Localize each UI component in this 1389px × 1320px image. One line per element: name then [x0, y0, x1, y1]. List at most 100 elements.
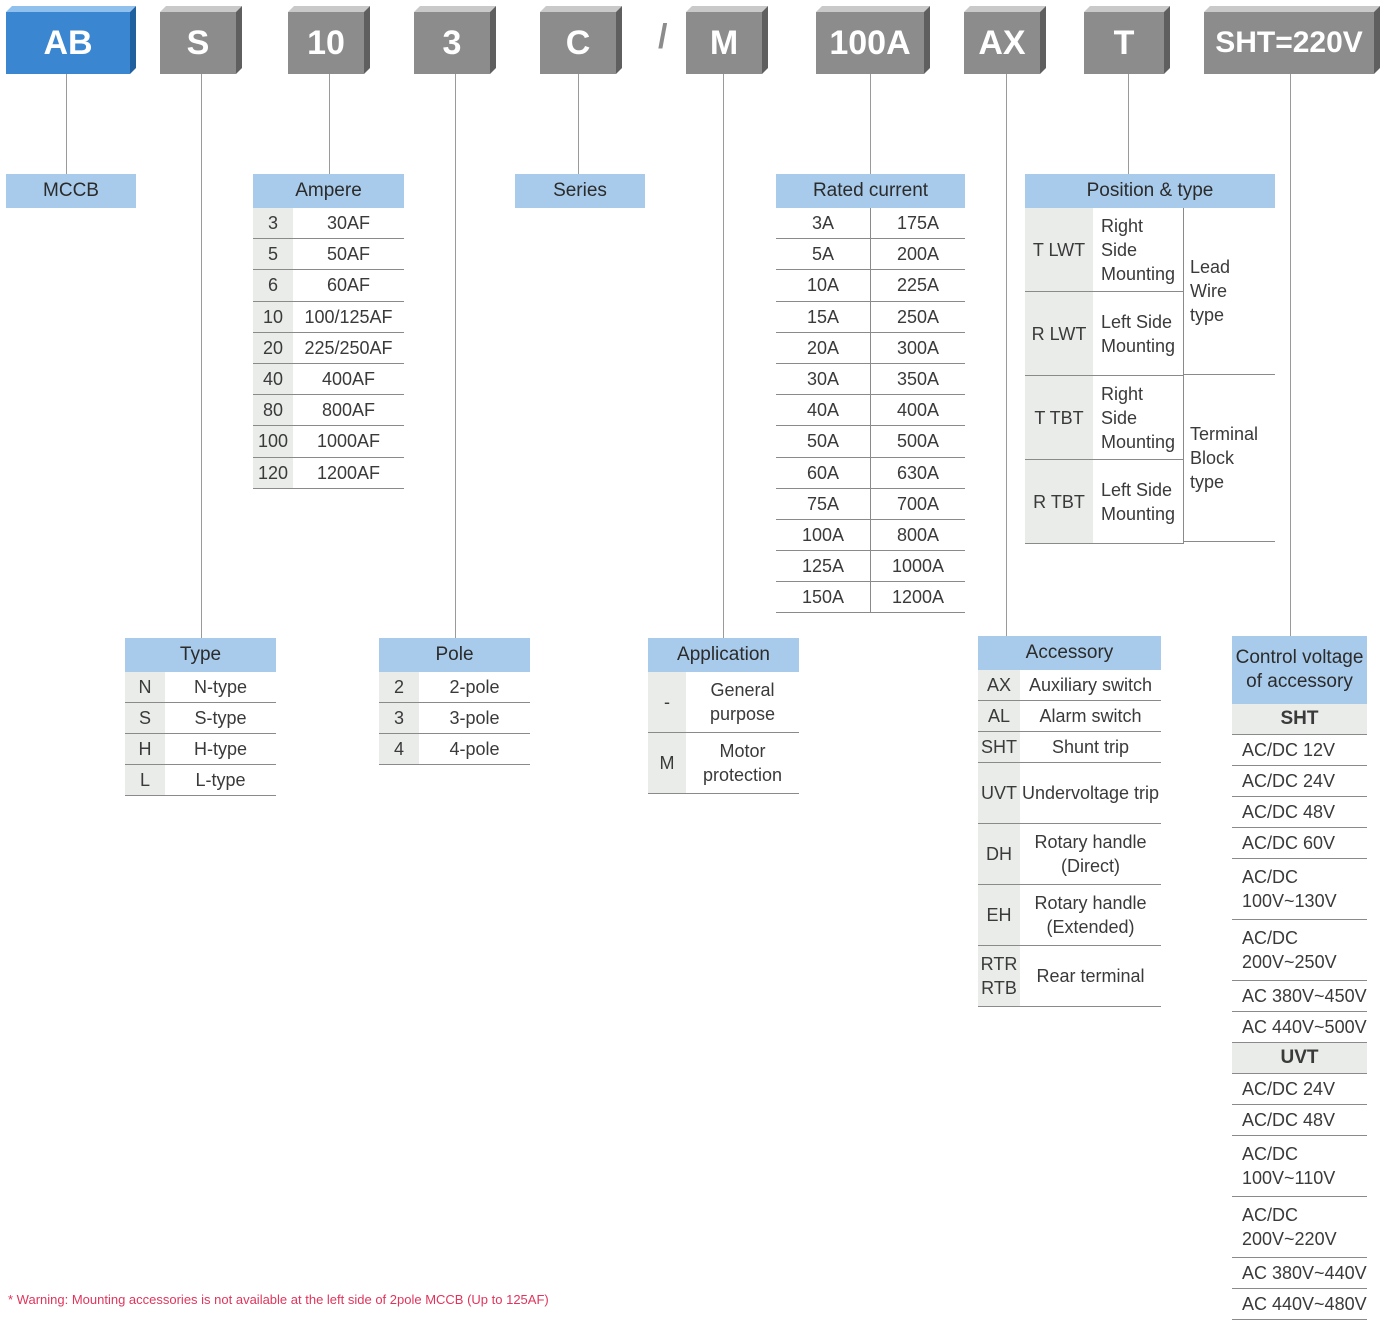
slash-separator: / — [658, 18, 668, 56]
uvt-subheader: UVT — [1232, 1043, 1367, 1074]
type-row: L L-type — [125, 765, 276, 796]
rated-current-value: 60A — [776, 457, 871, 488]
ampere-table: Ampere 3 30AF 5 50AF 6 60AF 10 100/125AF 20 225/2… — [253, 174, 404, 489]
type-code: L — [125, 765, 165, 795]
group-terminal-block-label: Terminal Block type — [1190, 424, 1259, 492]
connector-control — [1290, 74, 1291, 636]
accessory-value: Rotary handle (Direct) — [1034, 832, 1147, 876]
position-row: T TBT Right Side Mounting — [1025, 376, 1183, 460]
pole-table: Pole 2 2-pole 3 3-pole 4 4-pole — [379, 638, 530, 765]
accessory-row: EH Rotary handle (Extended) — [978, 885, 1161, 946]
mccb-title: MCCB — [6, 174, 136, 208]
type-value: S-type — [194, 708, 247, 728]
position-code: T LWT — [1025, 208, 1093, 291]
ampere-value: 50AF — [326, 244, 371, 265]
mccb-box: MCCB — [6, 174, 136, 208]
code-box-control: SHT=220V — [1204, 6, 1380, 74]
position-row: R LWT Left Side Mounting — [1025, 292, 1183, 376]
rated-current-value: 125A — [776, 551, 871, 582]
rated-current-value: 700A — [896, 493, 940, 514]
series-title: Series — [515, 174, 645, 208]
code-box-series: C — [540, 6, 622, 74]
connector-pole — [455, 74, 456, 638]
accessory-code: AL — [978, 701, 1020, 731]
ampere-row: 120 1200AF — [253, 457, 404, 489]
position-mounting: Right Side Mounting — [1101, 215, 1176, 284]
control-voltage-title: Control voltage of accessory — [1232, 636, 1367, 704]
accessory-value: Shunt trip — [1051, 737, 1130, 757]
ampere-code: 6 — [253, 270, 293, 301]
accessory-row: RTR RTB Rear terminal — [978, 946, 1161, 1007]
rated-current-value: 10A — [776, 270, 871, 301]
pole-value: 4-pole — [449, 739, 500, 759]
accessory-row: AL Alarm switch — [978, 701, 1161, 732]
position-mounting: Right Side Mounting — [1101, 383, 1176, 452]
position-mounting: Left Side Mounting — [1101, 311, 1176, 356]
rated-current-row: 150A 1200A — [776, 582, 965, 614]
code-box-ampere: 10 — [288, 6, 370, 74]
rated-current-value: 3A — [776, 208, 871, 239]
accessory-row: AX Auxiliary switch — [978, 670, 1161, 701]
type-code: N — [125, 672, 165, 702]
code-application-label: M — [686, 12, 762, 74]
code-type-label: S — [160, 12, 236, 74]
connector-series — [578, 74, 579, 174]
code-box-position: T — [1084, 6, 1170, 74]
code-box-pole: 3 — [414, 6, 496, 74]
accessory-row: UVT Undervoltage trip — [978, 763, 1161, 824]
ampere-code: 120 — [253, 457, 293, 488]
sht-voltage-item: AC/DC 100V~130V — [1232, 859, 1367, 920]
pole-row: 2 2-pole — [379, 672, 530, 703]
pole-code: 4 — [379, 734, 419, 764]
application-table: Application - General purpose M Motor prote… — [648, 638, 799, 794]
rated-current-value: 400A — [896, 400, 940, 421]
rated-current-row: 100A 800A — [776, 519, 965, 552]
code-pole-label: 3 — [414, 12, 490, 74]
ampere-value: 100/125AF — [304, 306, 393, 327]
sht-subheader: SHT — [1232, 704, 1367, 735]
ampere-row: 40 400AF — [253, 363, 404, 396]
accessory-value: Rotary handle (Extended) — [1034, 893, 1147, 937]
accessory-code: UVT — [978, 763, 1020, 823]
application-title: Application — [648, 638, 799, 672]
rated-current-value: 630A — [896, 462, 940, 483]
ampere-value: 1200AF — [316, 462, 381, 483]
pole-row: 4 4-pole — [379, 734, 530, 765]
position-row: R TBT Left Side Mounting — [1025, 460, 1183, 544]
ampere-row: 80 800AF — [253, 395, 404, 427]
connector-position — [1128, 74, 1129, 174]
ampere-row: 6 60AF — [253, 270, 404, 302]
ampere-value: 60AF — [326, 275, 371, 296]
control-voltage-table: Control voltage of accessory SHT AC/DC 1… — [1232, 636, 1367, 1320]
sht-voltage-item: AC/DC 200V~250V — [1232, 920, 1367, 981]
accessory-value: Rear terminal — [1036, 966, 1145, 986]
code-control-label: SHT=220V — [1204, 12, 1374, 74]
type-title: Type — [125, 638, 276, 672]
accessory-code: DH — [978, 824, 1020, 884]
uvt-voltage-item: AC/DC 24V — [1232, 1074, 1367, 1105]
accessory-value: Auxiliary switch — [1028, 675, 1153, 695]
rated-current-row: 75A 700A — [776, 488, 965, 520]
ampere-code: 3 — [253, 208, 293, 239]
ampere-value: 1000AF — [316, 431, 381, 452]
type-table: Type N N-type S S-type H H-type L L-type — [125, 638, 276, 796]
position-code: R TBT — [1025, 460, 1093, 543]
connector-type — [201, 74, 202, 638]
sht-voltage-item: AC 380V~450V — [1232, 981, 1367, 1012]
code-box-type: S — [160, 6, 242, 74]
rated-current-title: Rated current — [776, 174, 965, 208]
ampere-code: 5 — [253, 239, 293, 270]
application-row: - General purpose — [648, 672, 799, 733]
rated-current-value: 50A — [776, 426, 871, 457]
connector-rated — [870, 74, 871, 174]
position-type-title: Position & type — [1025, 174, 1275, 208]
type-value: L-type — [195, 770, 246, 790]
sht-voltage-item: AC/DC 48V — [1232, 797, 1367, 828]
pole-value: 2-pole — [449, 677, 500, 697]
accessory-title: Accessory — [978, 636, 1161, 670]
rated-current-value: 175A — [896, 213, 940, 234]
ampere-title: Ampere — [253, 174, 404, 208]
connector-mccb — [66, 74, 67, 174]
code-box-accessory: AX — [964, 6, 1046, 74]
ampere-value: 225/250AF — [304, 337, 393, 358]
